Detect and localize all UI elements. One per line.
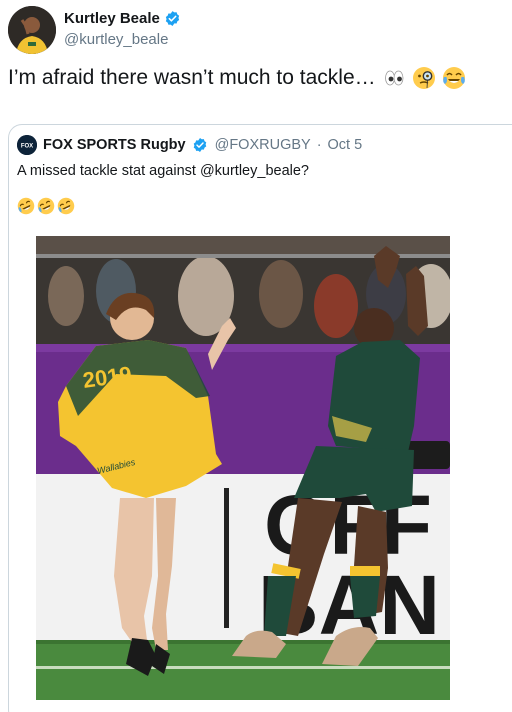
- tweet-body: I’m afraid there wasn’t much to tackle…: [8, 66, 466, 90]
- verified-badge-icon: [164, 10, 181, 27]
- rolling-laughing-icon: [57, 197, 75, 215]
- quoted-tweet-text: A missed tackle stat against @kurtley_be…: [17, 163, 309, 179]
- tears-of-joy-icon: [442, 66, 466, 90]
- eyes-icon: [382, 66, 406, 90]
- rolling-laughing-icon: [37, 197, 55, 215]
- quoted-avatar[interactable]: FOX: [17, 135, 37, 155]
- avatar[interactable]: [8, 6, 56, 54]
- quoted-display-name[interactable]: FOX SPORTS Rugby: [43, 137, 186, 153]
- verified-badge-icon: [192, 137, 209, 154]
- quoted-avatar-label: FOX: [21, 144, 33, 150]
- quoted-date[interactable]: Oct 5: [328, 137, 363, 153]
- rolling-laughing-icon: [17, 197, 35, 215]
- tweet-author: Kurtley Beale @kurtley_beale: [64, 10, 181, 48]
- monocle-face-icon: [412, 66, 436, 90]
- author-handle[interactable]: @kurtley_beale: [64, 31, 181, 48]
- quoted-separator: ·: [316, 137, 322, 153]
- tweet-text: I’m afraid there wasn’t much to tackle…: [8, 66, 376, 89]
- author-display-name[interactable]: Kurtley Beale: [64, 10, 160, 27]
- quoted-handle[interactable]: @FOXRUGBY: [215, 137, 311, 153]
- quoted-tweet-header: FOX FOX SPORTS Rugby @FOXRUGBY · Oct 5: [17, 135, 362, 155]
- tweet-photo[interactable]: OFF BAN 2019 Wallabies: [36, 236, 450, 700]
- quoted-emojis: [17, 197, 75, 215]
